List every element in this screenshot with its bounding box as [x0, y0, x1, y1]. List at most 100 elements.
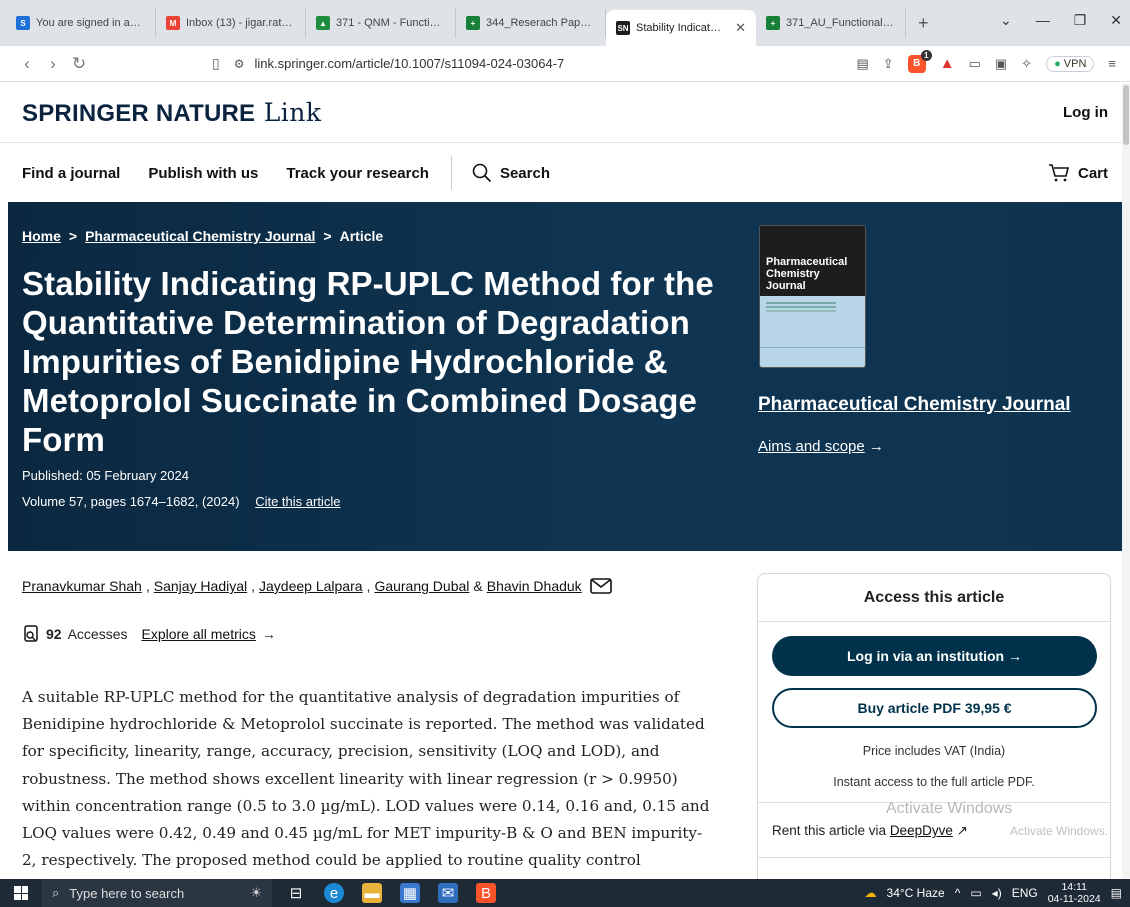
nav-publish[interactable]: Publish with us — [148, 165, 258, 182]
minimize-icon[interactable]: — — [1036, 12, 1050, 29]
back-icon[interactable]: ‹ — [14, 54, 40, 74]
journal-link[interactable]: Pharmaceutical Chemistry Journal — [758, 394, 1071, 416]
reload-icon[interactable]: ↻ — [66, 54, 92, 74]
system-tray: ☁ 34°C Haze ^ ▭ ◂) ENG 14:11 04-11-2024 … — [865, 881, 1130, 905]
notifications-icon[interactable]: ▤ — [1111, 886, 1122, 900]
bookmark-icon[interactable]: ▯ — [212, 55, 220, 72]
explore-metrics-link[interactable]: Explore all metrics — [142, 626, 256, 642]
windows-taskbar: ⌕ Type here to search ☀ ⊟ e ▬ ▦ ✉ B ☁ 34… — [0, 879, 1130, 907]
email-icon[interactable] — [589, 578, 612, 594]
breadcrumb-journal[interactable]: Pharmaceutical Chemistry Journal — [85, 228, 315, 244]
login-link[interactable]: Log in — [1063, 104, 1108, 121]
taskbar-search[interactable]: ⌕ Type here to search ☀ — [42, 879, 272, 907]
brave-browser-icon[interactable]: B — [476, 883, 496, 903]
volume-icon[interactable]: ◂) — [992, 886, 1002, 900]
weather-icon[interactable]: ☁ — [865, 886, 877, 900]
buy-pdf-button[interactable]: Buy article PDF 39,95 € — [772, 688, 1097, 728]
site-header: SPRINGER NATURE Link Log in — [0, 83, 1130, 143]
network-icon[interactable]: ▭ — [970, 886, 981, 900]
nav-cart-button[interactable]: Cart — [1048, 163, 1108, 183]
author-link[interactable]: Gaurang Dubal — [374, 578, 469, 594]
sidebar-icon[interactable]: ▭ — [969, 56, 981, 72]
springer-nature-link-logo[interactable]: SPRINGER NATURE Link — [22, 98, 322, 128]
logo-light-text: Link — [263, 97, 322, 127]
task-view-icon[interactable]: ⊟ — [286, 883, 306, 903]
login-institution-button[interactable]: Log in via an institution → — [772, 636, 1097, 676]
menu-icon[interactable]: ≡ — [1108, 56, 1116, 71]
tab-favicon-icon: + — [466, 16, 480, 30]
nav-find-journal[interactable]: Find a journal — [22, 165, 120, 182]
author-sep: & — [473, 578, 483, 594]
page-scrollbar[interactable] — [1122, 83, 1130, 878]
language-indicator[interactable]: ENG — [1012, 886, 1038, 900]
clock[interactable]: 14:11 04-11-2024 — [1048, 881, 1101, 905]
close-tab-icon[interactable]: ✕ — [735, 20, 746, 36]
tab-favicon-icon: ▲ — [316, 16, 330, 30]
cart-icon — [1048, 164, 1070, 182]
author-sep: , — [366, 578, 371, 594]
tab-list-chevron-icon[interactable]: ⌄ — [1000, 12, 1012, 29]
close-window-icon[interactable]: ✕ — [1110, 12, 1122, 29]
extensions-icon[interactable]: ✧ — [1021, 56, 1032, 72]
cover-title: Pharmaceutical Chemistry Journal — [766, 256, 848, 292]
browser-tab[interactable]: SN Stability Indicating ✕ — [606, 10, 756, 46]
cite-article-link[interactable]: Cite this article — [255, 494, 340, 509]
author-sep: , — [145, 578, 150, 594]
brave-rewards-icon[interactable]: ▲ — [940, 55, 955, 72]
cover-lines — [766, 302, 836, 304]
rent-prefix: Rent this article via — [772, 823, 887, 838]
tab-title: You are signed in as jbi — [36, 17, 145, 29]
vat-note: Price includes VAT (India) — [862, 744, 1006, 758]
author-link[interactable]: Bhavin Dhaduk — [487, 578, 582, 594]
activate-windows-watermark: Activate Windows — [886, 800, 1013, 817]
wallet-icon[interactable]: ▣ — [995, 56, 1007, 72]
reader-mode-icon[interactable]: ▤ — [857, 56, 869, 72]
clock-date: 04-11-2024 — [1047, 893, 1101, 905]
nav-search-button[interactable]: Search — [472, 163, 550, 183]
forward-icon[interactable]: › — [40, 54, 66, 74]
cover-band — [760, 296, 865, 351]
site-settings-icon[interactable]: ⚙ — [234, 57, 245, 71]
restore-icon[interactable]: ❐ — [1074, 12, 1087, 29]
browser-tab[interactable]: M Inbox (13) - jigar.ratnot — [156, 8, 306, 38]
volume-text: Volume 57, pages 1674–1682, (2024) — [22, 494, 240, 509]
vpn-button[interactable]: ● VPN — [1046, 55, 1095, 72]
new-tab-icon[interactable]: + — [906, 13, 941, 34]
author-link[interactable]: Pranavkumar Shah — [22, 578, 142, 594]
windows-logo-icon — [14, 886, 28, 900]
external-link-icon: ↗ — [956, 823, 968, 838]
share-icon[interactable]: ⇪ — [883, 56, 894, 72]
browser-tab-strip: S You are signed in as jbi M Inbox (13) - j… — [0, 0, 1130, 46]
site-nav: Find a journal Publish with us Track you… — [0, 144, 1130, 202]
store-icon[interactable]: ▦ — [400, 883, 420, 903]
weather-text[interactable]: 34°C Haze — [887, 886, 945, 900]
aims-scope-link[interactable]: Aims and scope → — [758, 438, 884, 455]
mail-icon[interactable]: ✉ — [438, 883, 458, 903]
author-sep: , — [251, 578, 256, 594]
nav-cart-label: Cart — [1077, 164, 1108, 182]
deepdyve-link[interactable]: DeepDyve — [890, 823, 953, 838]
browser-tab[interactable]: +371_AU_Functional Mol — [756, 8, 906, 38]
tab-title: Stability Indicating — [636, 22, 724, 34]
start-button[interactable] — [0, 886, 42, 900]
url-field[interactable]: ⚙ link.springer.com/article/10.1007/s110… — [234, 56, 794, 71]
article-hero: Home > Pharmaceutical Chemistry Journal … — [8, 202, 1128, 551]
browser-tab[interactable]: ▲ 371 - QNM - Functiona — [306, 8, 456, 38]
author-link[interactable]: Jaydeep Lalpara — [259, 578, 363, 594]
breadcrumb-home[interactable]: Home — [22, 228, 61, 244]
brave-shields-icon[interactable]: B1 — [907, 49, 932, 73]
cover-publisher-strip — [760, 347, 865, 367]
access-article-box: Access this article Log in via an instit… — [757, 573, 1111, 893]
journal-cover-image[interactable]: Pharmaceutical Chemistry Journal — [759, 225, 866, 368]
tab-title: 344_Reserach Papers.xl — [486, 17, 595, 29]
file-explorer-icon[interactable]: ▬ — [362, 883, 382, 903]
browser-tab[interactable]: +344_Reserach Papers.xl — [456, 8, 606, 38]
breadcrumb-separator: > — [323, 228, 332, 244]
edge-icon[interactable]: e — [324, 883, 344, 903]
nav-track-research[interactable]: Track your research — [286, 165, 429, 182]
scrollbar-thumb[interactable] — [1123, 85, 1129, 145]
pinned-apps: ⊟ e ▬ ▦ ✉ B — [286, 883, 496, 903]
tray-chevron-icon[interactable]: ^ — [955, 886, 961, 900]
author-link[interactable]: Sanjay Hadiyal — [154, 578, 247, 594]
browser-tab[interactable]: S You are signed in as jbi — [6, 8, 156, 38]
